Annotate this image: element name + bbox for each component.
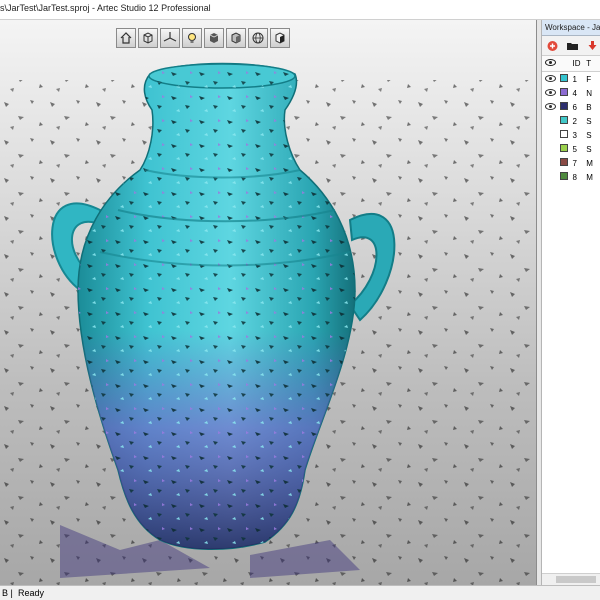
- row-name: S: [586, 130, 592, 140]
- status-text: Ready: [18, 588, 45, 598]
- eye-icon: [545, 59, 557, 66]
- jar-model-render: [0, 62, 536, 585]
- shaded-render-button[interactable]: [226, 28, 246, 48]
- cube-textured-icon: [275, 32, 285, 44]
- status-bar: B | Ready: [0, 585, 600, 600]
- color-swatch[interactable]: [559, 130, 568, 138]
- row-id: 6: [572, 102, 577, 112]
- workspace-toolbar: [542, 36, 600, 56]
- cube-icon: [143, 32, 153, 44]
- color-swatch[interactable]: [559, 172, 568, 180]
- color-swatch[interactable]: [559, 102, 568, 110]
- visibility-toggle[interactable]: [542, 88, 560, 98]
- color-swatch[interactable]: [559, 88, 568, 96]
- row-id: 7: [572, 158, 577, 168]
- solid-render-button[interactable]: [204, 28, 224, 48]
- color-swatch[interactable]: [559, 74, 568, 82]
- workspace-row[interactable]: 4 N: [542, 86, 600, 100]
- bounding-box-button[interactable]: [138, 28, 158, 48]
- import-button[interactable]: [545, 39, 561, 53]
- color-swatch[interactable]: [559, 116, 568, 124]
- row-id: 3: [572, 130, 577, 140]
- row-name: F: [586, 74, 592, 84]
- folder-menu-button[interactable]: [565, 39, 581, 53]
- view-toolbar: [116, 28, 290, 50]
- row-name: M: [586, 158, 593, 168]
- visibility-column-header[interactable]: [542, 59, 560, 68]
- row-name: N: [586, 88, 593, 98]
- row-id: 1: [572, 74, 577, 84]
- memory-indicator: B |: [2, 588, 13, 598]
- workspace-row[interactable]: 5 S: [542, 142, 600, 156]
- row-name: S: [586, 144, 592, 154]
- workspace-row[interactable]: 2 S: [542, 114, 600, 128]
- cube-solid-icon: [209, 33, 219, 43]
- row-id: 4: [572, 88, 577, 98]
- visibility-toggle[interactable]: [542, 102, 560, 112]
- workspace-row[interactable]: 7 M: [542, 156, 600, 170]
- home-view-button[interactable]: [116, 28, 136, 48]
- row-id: 2: [572, 116, 577, 126]
- lighting-button[interactable]: [182, 28, 202, 48]
- workspace-title: Workspace - JarTe: [542, 20, 600, 36]
- scrollbar-thumb[interactable]: [556, 576, 596, 583]
- delete-button[interactable]: [584, 39, 600, 53]
- home-icon: [120, 32, 132, 44]
- workspace-grid-header: ID T: [542, 56, 600, 72]
- row-name: B: [586, 102, 592, 112]
- eye-icon: [545, 88, 557, 96]
- folder-icon: [567, 42, 578, 50]
- name-column-header[interactable]: T: [586, 59, 600, 68]
- cube-shaded-icon: [231, 32, 241, 44]
- textured-render-button[interactable]: [270, 28, 290, 48]
- horizontal-scrollbar[interactable]: [542, 573, 600, 585]
- row-name: M: [586, 172, 593, 182]
- axes-icon: [163, 32, 177, 42]
- title-bar: s\JarTest\JarTest.sproj - Artec Studio 1…: [0, 0, 600, 20]
- eye-icon: [545, 102, 557, 110]
- window-title: s\JarTest\JarTest.sproj - Artec Studio 1…: [0, 3, 211, 13]
- sphere-icon: [252, 32, 264, 44]
- id-column-header[interactable]: ID: [572, 59, 586, 68]
- row-id: 5: [572, 144, 577, 154]
- workspace-row[interactable]: 1 F: [542, 72, 600, 86]
- row-id: 8: [572, 172, 577, 182]
- lightbulb-icon: [188, 33, 196, 43]
- workspace-row[interactable]: 6 B: [542, 100, 600, 114]
- axes-button[interactable]: [160, 28, 180, 48]
- row-name: S: [586, 116, 592, 126]
- workspace-row[interactable]: 8 M: [542, 170, 600, 184]
- eye-icon: [545, 74, 557, 82]
- visibility-toggle[interactable]: [542, 74, 560, 84]
- shield-import-icon: [547, 40, 558, 51]
- color-swatch[interactable]: [559, 144, 568, 152]
- workspace-panel: Workspace - JarTe ID T 1 F 4 N 6 B: [541, 20, 600, 585]
- 3d-viewport[interactable]: [0, 20, 537, 585]
- workspace-row[interactable]: 3 S: [542, 128, 600, 142]
- arrow-down-red-icon: [588, 40, 597, 50]
- color-swatch[interactable]: [559, 158, 568, 166]
- wireframe-sphere-button[interactable]: [248, 28, 268, 48]
